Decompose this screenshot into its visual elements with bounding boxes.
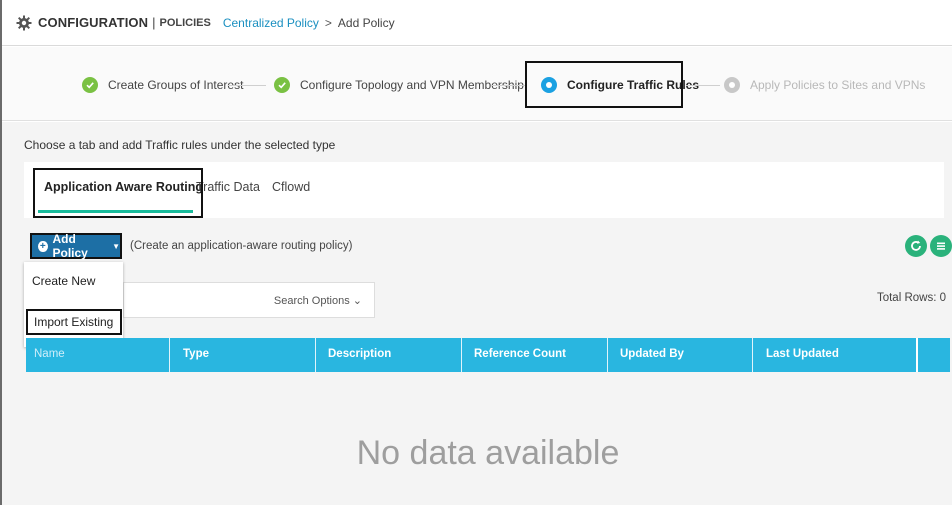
table-body: No data available: [26, 372, 950, 505]
step-highlight-box: [525, 61, 683, 108]
wizard-steps: Create Groups of Interest Configure Topo…: [2, 47, 952, 121]
refresh-icon[interactable]: [905, 235, 927, 257]
empty-state-text: No data available: [356, 434, 620, 472]
title-separator: |: [152, 15, 156, 30]
check-icon: [82, 77, 98, 93]
table-header: Name Type Description Reference Count Up…: [26, 338, 950, 372]
column-header-type[interactable]: Type: [183, 348, 209, 360]
pending-step-icon: [724, 77, 740, 93]
add-policy-dropdown: Create New Import Existing: [24, 262, 123, 347]
main-content: Choose a tab and add Traffic rules under…: [2, 122, 952, 505]
column-divider: [607, 338, 608, 372]
column-header-reference-count[interactable]: Reference Count: [474, 348, 566, 360]
chevron-down-icon: ⌄: [352, 295, 362, 307]
step-label: Configure Topology and VPN Membership: [300, 78, 524, 92]
tab-traffic-data[interactable]: Traffic Data: [196, 180, 260, 194]
list-icon[interactable]: [930, 235, 952, 257]
column-divider: [169, 338, 170, 372]
tab-highlight-box: [33, 168, 203, 218]
step-create-groups[interactable]: Create Groups of Interest: [82, 77, 243, 93]
caret-down-icon: ▼: [112, 241, 120, 251]
section-title: CONFIGURATION: [38, 15, 149, 30]
total-rows: Total Rows: 0: [876, 292, 946, 304]
column-header-last-updated[interactable]: Last Updated: [766, 348, 839, 360]
step-configure-topology[interactable]: Configure Topology and VPN Membership: [274, 77, 524, 93]
gear-icon: [16, 15, 32, 31]
check-icon: [274, 77, 290, 93]
breadcrumb-arrow: >: [324, 15, 332, 30]
menu-item-create-new[interactable]: Create New: [32, 274, 95, 288]
menu-item-import-existing[interactable]: Import Existing: [26, 309, 122, 335]
subsection-title: POLICIES: [159, 16, 211, 29]
search-options-toggle[interactable]: Search Options ⌄: [274, 294, 362, 307]
add-policy-button[interactable]: + Add Policy ▼: [30, 232, 122, 260]
breadcrumb-centralized-policy[interactable]: Centralized Policy: [223, 16, 319, 30]
step-connector: [686, 85, 720, 86]
column-header-name[interactable]: Name: [34, 348, 65, 360]
column-divider: [461, 338, 462, 372]
step-label: Apply Policies to Sites and VPNs: [750, 78, 926, 92]
breadcrumb-current: Add Policy: [337, 15, 395, 30]
app-frame: CONFIGURATION | POLICIES Centralized Pol…: [0, 0, 952, 505]
column-divider: [916, 338, 918, 372]
column-divider: [315, 338, 316, 372]
column-header-description[interactable]: Description: [328, 348, 391, 360]
instructions-text: Choose a tab and add Traffic rules under…: [24, 138, 336, 152]
page-header: CONFIGURATION | POLICIES Centralized Pol…: [2, 0, 952, 46]
tab-cflowd[interactable]: Cflowd: [272, 180, 310, 194]
step-connector: [492, 85, 526, 86]
add-policy-label: Add Policy: [52, 232, 88, 260]
tab-bar: Application Aware Routing Traffic Data C…: [24, 162, 944, 218]
step-label: Create Groups of Interest: [108, 78, 244, 92]
step-apply-policies[interactable]: Apply Policies to Sites and VPNs: [724, 77, 925, 93]
column-header-updated-by[interactable]: Updated By: [620, 348, 684, 360]
step-connector: [228, 85, 266, 86]
add-policy-hint: (Create an application-aware routing pol…: [130, 240, 353, 252]
column-divider: [752, 338, 753, 372]
plus-icon: +: [38, 240, 48, 252]
search-input[interactable]: Search Options ⌄: [123, 282, 375, 318]
